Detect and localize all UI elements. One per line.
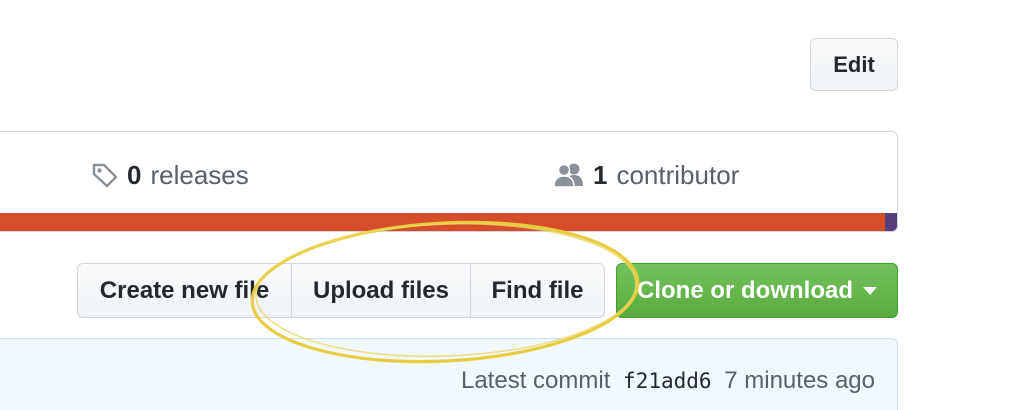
- clone-or-download-button[interactable]: Clone or download: [616, 263, 898, 318]
- repo-summary: 0 releases 1 contributor: [0, 131, 898, 232]
- contributors-label: contributor: [616, 159, 740, 190]
- releases-label: releases: [150, 159, 249, 190]
- commit-time: 7 minutes ago: [724, 367, 875, 394]
- file-actions-group: Create new file Upload files Find file: [77, 263, 605, 318]
- language-bar-secondary: [885, 213, 897, 231]
- caret-down-icon: [863, 286, 877, 295]
- upload-files-button[interactable]: Upload files: [291, 263, 471, 318]
- contributors-count: 1: [593, 159, 608, 190]
- create-new-file-button[interactable]: Create new file: [77, 263, 292, 318]
- releases-count: 0: [127, 159, 142, 190]
- commit-sha-link[interactable]: f21add6: [623, 369, 712, 393]
- people-icon: [553, 161, 585, 189]
- latest-commit-info: Latest commit f21add6 7 minutes ago: [461, 367, 875, 395]
- language-bar[interactable]: [0, 213, 897, 231]
- contributors-link[interactable]: 1 contributor: [553, 158, 739, 192]
- clone-or-download-label: Clone or download: [637, 276, 853, 304]
- edit-button[interactable]: Edit: [810, 38, 898, 91]
- releases-link[interactable]: 0 releases: [91, 158, 249, 192]
- latest-commit-prefix: Latest commit: [460, 367, 611, 394]
- latest-commit-bar: Latest commit f21add6 7 minutes ago: [0, 338, 898, 410]
- find-file-button[interactable]: Find file: [470, 263, 605, 318]
- tag-icon: [91, 161, 119, 189]
